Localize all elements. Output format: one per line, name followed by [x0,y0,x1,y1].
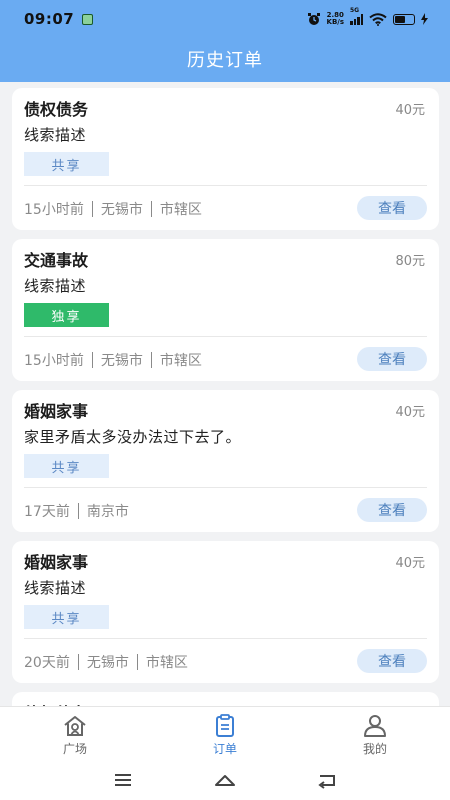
view-button[interactable]: 查看 [357,649,427,673]
order-description: 线索描述 [24,579,87,597]
charging-icon [421,13,428,25]
order-time: 20天前 [24,655,70,671]
order-card[interactable]: 债权债务 40元 线索描述 共享 15小时前 无锡市 市辖区 查看 [12,88,439,230]
menu-icon[interactable] [111,770,135,790]
view-button[interactable]: 查看 [357,498,427,522]
status-bar: 09:07 2.80 KB/s 5G [0,0,450,38]
order-city: 无锡市 [100,202,143,218]
bottom-tab-bar: 广场 订单 我的 [0,706,450,760]
order-card[interactable]: 债权债务 [12,692,439,706]
card-divider [24,336,427,337]
order-type: 婚姻家事 [24,402,89,421]
order-description: 线索描述 [24,277,87,295]
home-icon [64,716,86,736]
order-district: 市辖区 [159,353,202,369]
order-district: 市辖区 [145,655,188,671]
tab-plaza[interactable]: 广场 [0,707,150,760]
tab-label: 订单 [212,742,237,756]
order-list[interactable]: 债权债务 40元 线索描述 共享 15小时前 无锡市 市辖区 查看 交通事故 8… [12,88,439,706]
order-price: 40元 [395,556,425,571]
order-type: 婚姻家事 [24,553,89,572]
order-tag: 共享 [24,152,109,176]
order-meta: 15小时前 无锡市 市辖区 [24,199,202,219]
alarm-icon [307,13,320,25]
order-price: 80元 [395,254,425,269]
tab-profile[interactable]: 我的 [300,707,450,760]
order-card[interactable]: 交通事故 80元 线索描述 独享 15小时前 无锡市 市辖区 查看 [12,239,439,381]
view-button[interactable]: 查看 [357,196,427,220]
order-time: 17天前 [24,504,70,520]
card-divider [24,638,427,639]
card-divider [24,487,427,488]
order-card[interactable]: 婚姻家事 40元 家里矛盾太多没办法过下去了。 共享 17天前 南京市 查看 [12,390,439,532]
order-price: 40元 [395,405,425,420]
tab-label: 广场 [62,742,87,756]
status-time: 09:07 [24,10,75,28]
order-meta: 20天前 无锡市 市辖区 [24,652,188,672]
order-district: 市辖区 [159,202,202,218]
order-price: 40元 [395,103,425,118]
order-tag: 独享 [24,303,109,327]
order-city: 无锡市 [100,353,143,369]
page-title: 历史订单 [187,50,263,71]
notification-icon [82,13,94,25]
order-description: 家里矛盾太多没办法过下去了。 [24,428,242,446]
order-type: 债权债务 [24,100,89,119]
order-time: 15小时前 [24,202,84,218]
order-time: 15小时前 [24,353,84,369]
order-description: 线索描述 [24,126,87,144]
network-speed: 2.80 KB/s [326,11,344,26]
app-header: 09:07 2.80 KB/s 5G 历史订单 [0,0,450,82]
order-meta: 17天前 南京市 [24,501,129,521]
view-button[interactable]: 查看 [357,347,427,371]
person-icon [364,715,386,737]
order-meta: 15小时前 无锡市 市辖区 [24,350,202,370]
back-icon[interactable] [315,770,339,790]
wifi-icon [369,12,387,26]
battery-icon [393,13,415,25]
tab-orders[interactable]: 订单 [150,707,300,760]
clipboard-icon [216,714,234,737]
tab-label: 我的 [362,742,387,756]
order-city: 南京市 [86,504,129,520]
order-card[interactable]: 婚姻家事 40元 线索描述 共享 20天前 无锡市 市辖区 查看 [12,541,439,683]
order-tag: 共享 [24,454,109,478]
signal-icon: 5G [350,7,363,25]
order-type: 交通事故 [24,251,89,270]
system-nav-bar [0,760,450,800]
home-nav-icon[interactable] [213,770,237,790]
card-divider [24,185,427,186]
order-city: 无锡市 [86,655,129,671]
order-tag: 共享 [24,605,109,629]
